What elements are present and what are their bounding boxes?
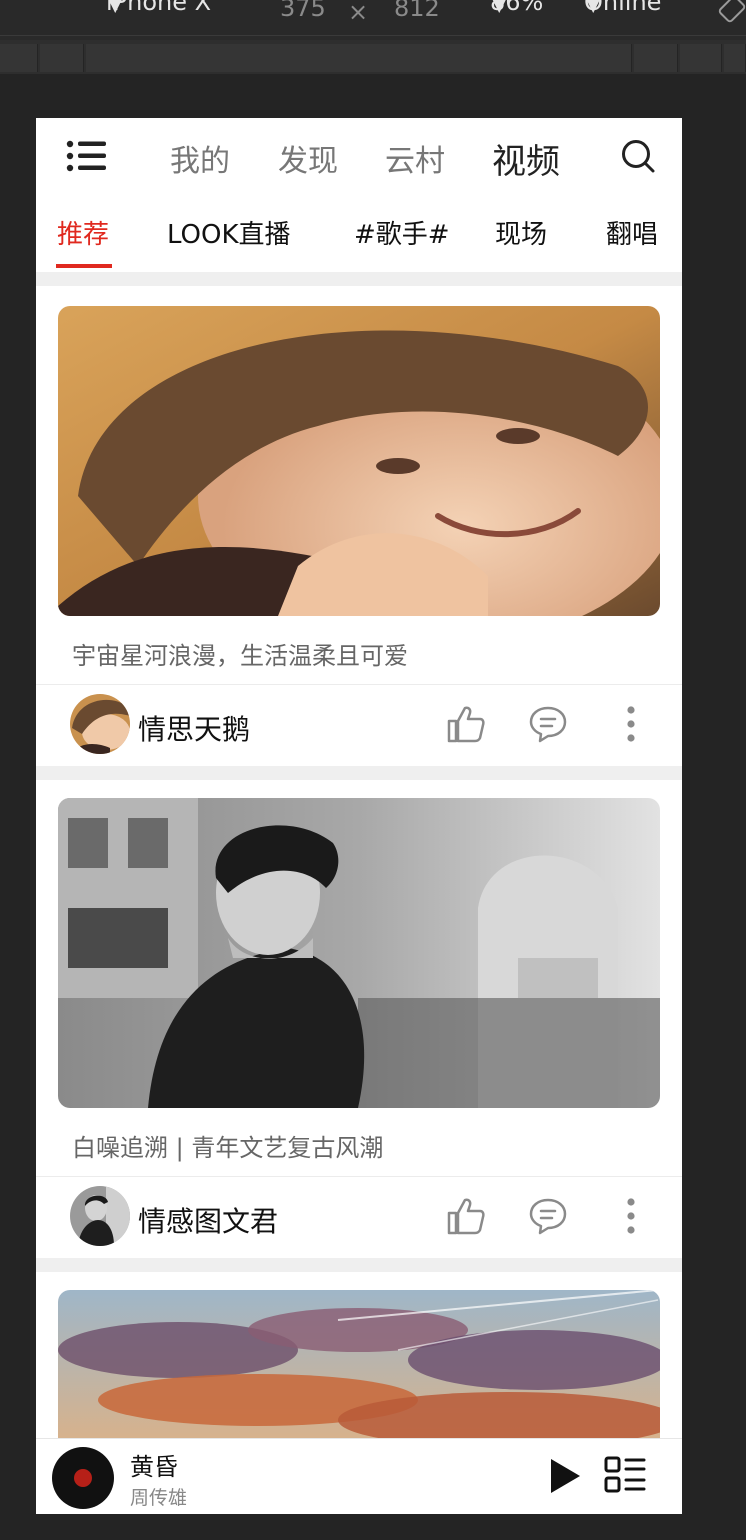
height-input[interactable]: 812 [394,0,440,22]
video-card [36,1290,682,1514]
author-name[interactable]: 情思天鹅 [138,708,250,748]
nav-tab-mine[interactable]: 我的 [170,136,230,180]
card-separator [36,1176,682,1177]
top-navigation: 我的 发现 云村 视频 [36,118,682,196]
tab-recommend[interactable]: 推荐 [57,214,109,251]
song-title: 黄昏 [130,1453,178,1481]
street-portrait-image [58,798,660,1108]
video-caption[interactable]: 白噪追溯 | 青年文艺复古风潮 [72,1128,383,1163]
section-divider [36,766,682,780]
thumbs-up-icon[interactable] [446,704,486,744]
active-tab-indicator [56,264,112,268]
video-thumbnail[interactable] [58,798,660,1108]
author-name[interactable]: 情感图文君 [138,1200,278,1240]
mini-player[interactable]: 黄昏 周传雄 [36,1438,682,1514]
tab-singer[interactable]: #歌手# [354,214,450,251]
ruler-segment [0,44,38,72]
comment-bubble-icon[interactable] [528,1196,568,1236]
search-icon[interactable] [620,138,656,174]
ruler-segment [40,44,84,72]
rotate-icon[interactable] [718,0,746,24]
card-separator [36,684,682,685]
device-toolbar-row: iPhone X ▼ 375 × 812 86% ▼ Online ▼ [0,0,746,36]
video-thumbnail[interactable] [58,306,660,616]
playlist-icon[interactable] [604,1455,646,1495]
nav-tab-village[interactable]: 云村 [385,136,445,180]
category-tabs: 推荐 LOOK直播 #歌手# 现场 翻唱 [36,210,682,272]
section-divider [36,1258,682,1272]
avatar[interactable] [70,694,130,754]
avatar-image [70,694,130,754]
width-input[interactable]: 375 [280,0,326,22]
play-icon[interactable] [548,1457,582,1495]
nav-tab-video[interactable]: 视频 [492,134,560,183]
dimension-separator: × [348,0,369,26]
zoom-dropdown-icon: ▼ [490,0,509,16]
device-dropdown-icon: ▼ [106,0,125,16]
nav-tab-discover[interactable]: 发现 [278,136,338,180]
more-vertical-icon[interactable] [611,1196,651,1236]
section-divider [36,272,682,286]
devtools-toolbar: iPhone X ▼ 375 × 812 86% ▼ Online ▼ [0,0,746,74]
avatar-image [70,1186,130,1246]
ruler-segment [724,44,746,72]
album-disc-icon[interactable] [52,1447,114,1509]
thumbs-up-icon[interactable] [446,1196,486,1236]
tab-live-scene[interactable]: 现场 [495,214,547,251]
portrait-image [58,306,660,616]
avatar[interactable] [70,1186,130,1246]
video-card: 白噪追溯 | 青年文艺复古风潮 情感图文君 [36,798,682,1258]
more-vertical-icon[interactable] [611,704,651,744]
ruler-segment [86,44,632,72]
network-dropdown-icon: ▼ [584,0,603,16]
song-artist: 周传雄 [130,1487,188,1509]
ruler-segment [634,44,678,72]
tab-look-live[interactable]: LOOK直播 [167,214,291,251]
video-card: 宇宙星河浪漫，生活温柔且可爱 情思天鹅 [36,306,682,766]
phone-screen: 我的 发现 云村 视频 推荐 LOOK直播 #歌手# 现场 翻唱 宇宙星河浪漫，… [36,118,682,1514]
tab-cover[interactable]: 翻唱 [606,214,658,251]
video-caption[interactable]: 宇宙星河浪漫，生活温柔且可爱 [72,636,408,671]
comment-bubble-icon[interactable] [528,704,568,744]
ruler-segment [680,44,722,72]
menu-list-icon[interactable] [66,140,108,172]
